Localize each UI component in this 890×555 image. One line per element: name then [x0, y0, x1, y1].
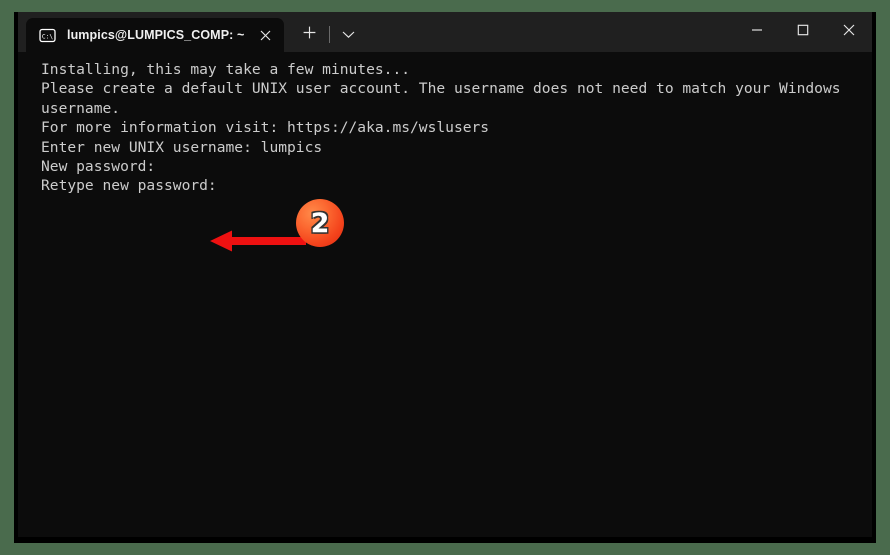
terminal-line: Installing, this may take a few minutes.…	[41, 61, 411, 78]
terminal-line: username.	[41, 99, 121, 117]
terminal-tab-active[interactable]: C:\ lumpics@LUMPICS_COMP: ~	[26, 18, 285, 52]
tab-strip: C:\ lumpics@LUMPICS_COMP: ~	[18, 12, 363, 52]
new-tab-button[interactable]	[292, 18, 326, 52]
minimize-icon	[751, 23, 763, 41]
step-number-badge: 2	[296, 199, 344, 247]
windows-terminal-window: C:\ lumpics@LUMPICS_COMP: ~ Installing, …	[18, 12, 872, 537]
step-number-label: 2	[310, 207, 330, 239]
terminal-line: For more information visit: https://aka.…	[41, 119, 490, 137]
chevron-down-icon	[342, 26, 355, 44]
title-bar: C:\ lumpics@LUMPICS_COMP: ~	[18, 12, 872, 52]
minimize-button[interactable]	[734, 12, 780, 52]
window-controls	[734, 12, 872, 52]
terminal-output-area[interactable]: Installing, this may take a few minutes.…	[18, 52, 872, 537]
tab-bar-divider	[329, 26, 331, 43]
tab-title: lumpics@LUMPICS_COMP: ~	[67, 28, 245, 42]
svg-text:C:\: C:\	[42, 33, 53, 40]
plus-icon	[303, 26, 316, 44]
close-icon	[843, 23, 855, 41]
close-window-button[interactable]	[826, 12, 872, 52]
terminal-line: New password:	[41, 158, 156, 176]
command-prompt-icon: C:\	[39, 27, 56, 44]
terminal-line-prompt: Retype new password:	[41, 177, 226, 195]
terminal-line: Please create a default UNIX user accoun…	[41, 80, 841, 98]
terminal-line: Enter new UNIX username: lumpics	[41, 138, 323, 156]
left-arrow-icon	[210, 230, 306, 252]
tab-close-icon[interactable]	[252, 22, 278, 48]
maximize-icon	[797, 23, 809, 41]
maximize-button[interactable]	[780, 12, 826, 52]
screenshot-root: C:\ lumpics@LUMPICS_COMP: ~ Installing, …	[0, 0, 890, 555]
tab-dropdown-button[interactable]	[333, 18, 363, 52]
